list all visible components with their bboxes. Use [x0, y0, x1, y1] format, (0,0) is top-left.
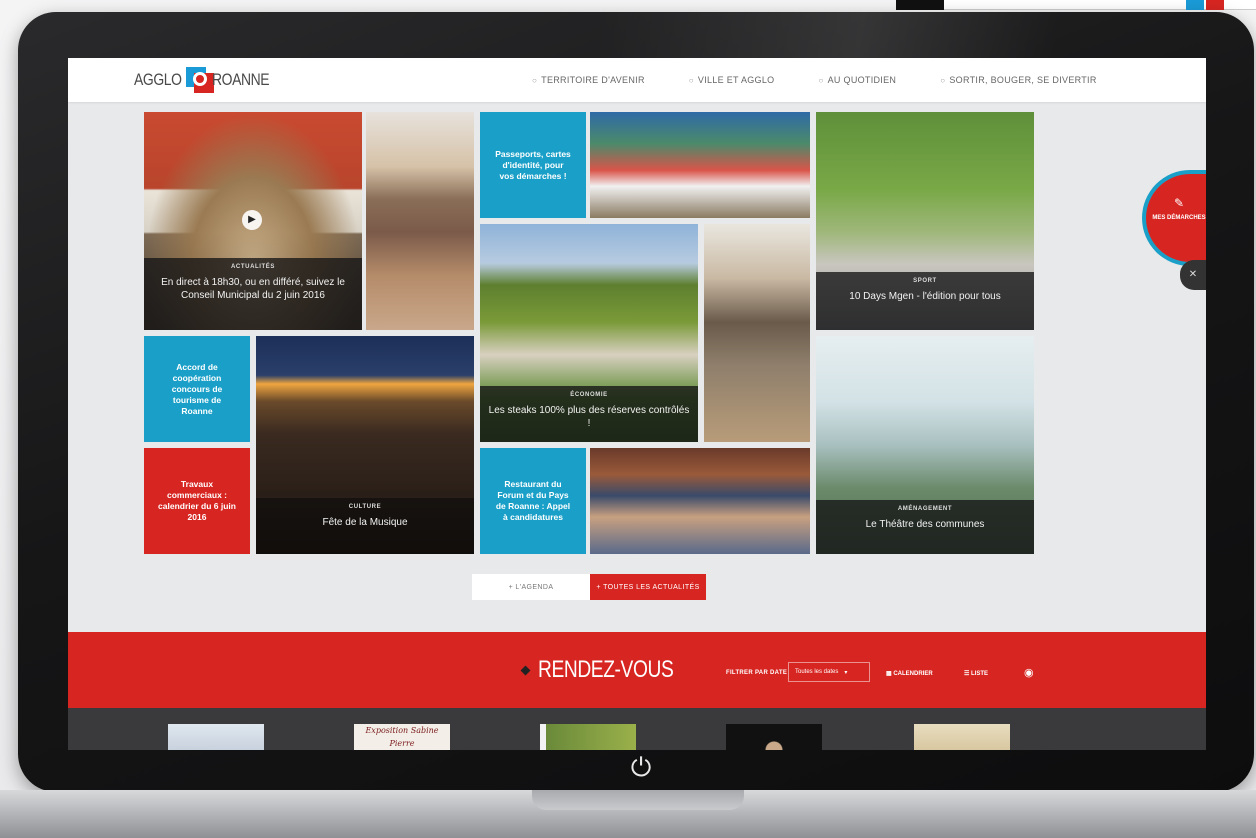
circle-icon: ○: [940, 75, 946, 85]
agenda-button[interactable]: + L'AGENDA: [472, 574, 590, 600]
rendezvous-title: RENDEZ-VOUS: [538, 656, 674, 683]
photo-tile-crowd[interactable]: [590, 448, 810, 554]
logo-text-right: ROANNE: [211, 70, 270, 89]
tile-text: Passeports, cartes d'identité, pour vos …: [495, 148, 571, 181]
tile-text: Travaux commerciaux : calendrier du 6 ju…: [158, 479, 236, 522]
nav-item-territoire[interactable]: ○ TERRITOIRE D'AVENIR: [532, 75, 645, 85]
signing-photo: [590, 112, 810, 218]
all-news-button[interactable]: + TOUTES LES ACTUALITÉS: [590, 574, 706, 600]
tile-caption: ACTUALITÉS En direct à 18h30, ou en diff…: [144, 258, 362, 330]
news-tile-sport[interactable]: SPORT 10 Days Mgen - l'édition pour tous: [816, 112, 1034, 330]
tile-text: Accord de coopération concours de touris…: [171, 361, 223, 416]
tile-title: En direct à 18h30, ou en différé, suivez…: [161, 277, 345, 301]
event-thumb[interactable]: [914, 724, 1010, 750]
pencil-icon: ✎: [1173, 196, 1185, 210]
close-icon[interactable]: ✕: [1180, 260, 1206, 290]
news-tile-music[interactable]: CULTURE Fête de la Musique: [256, 336, 474, 554]
photo-tile-group[interactable]: [366, 112, 474, 330]
tile-caption: SPORT 10 Days Mgen - l'édition pour tous: [816, 272, 1034, 330]
main-nav: ○ TERRITOIRE D'AVENIR ○ VILLE ET AGGLO ○ AU…: [532, 58, 1141, 102]
tile-category: ÉCONOMIE: [570, 392, 608, 398]
circle-icon: ○: [688, 75, 694, 85]
tile-title: Fête de la Musique: [322, 517, 408, 528]
news-tile-council[interactable]: ▶ ACTUALITÉS En direct à 18h30, ou en di…: [144, 112, 362, 330]
tile-text: Restaurant du Forum et du Pays de Roanne…: [495, 479, 571, 522]
filter-label: FILTRER PAR DATE: [726, 670, 788, 676]
power-icon[interactable]: ⏻: [626, 752, 656, 782]
tile-title: 10 Days Mgen - l'édition pour tous: [849, 291, 1001, 302]
mes-demarches-label: MES DÉMARCHES: [1152, 215, 1206, 221]
rendezvous-band: RENDEZ-VOUS FILTRER PAR DATE Toutes les …: [68, 632, 1206, 708]
calendar-link[interactable]: ▦ CALENDRIER: [886, 670, 933, 677]
circle-icon: ○: [818, 75, 824, 85]
site-header: AGGLO ROANNE ○ TERRITOIRE D'AVENIR ○ VILLE…: [68, 58, 1206, 102]
event-thumb-label: Exposition Sabine Pierre: [365, 726, 439, 748]
diamond-icon: [520, 665, 531, 676]
website-screen: AGGLO ROANNE ○ TERRITOIRE D'AVENIR ○ VILLE…: [68, 58, 1206, 750]
event-thumb[interactable]: [540, 724, 636, 750]
event-thumb[interactable]: [168, 724, 264, 750]
photo-tile-speaker[interactable]: [704, 224, 810, 442]
site-logo[interactable]: AGGLO ROANNE: [134, 66, 282, 94]
tile-category: ACTUALITÉS: [231, 264, 275, 270]
tile-title: Le Théâtre des communes: [865, 519, 985, 530]
info-tile-passports[interactable]: Passeports, cartes d'identité, pour vos …: [480, 112, 586, 218]
agglo-roanne-logo-icon: [185, 67, 214, 93]
top-edge-decoration: [896, 0, 1256, 10]
tile-caption: AMÉNAGEMENT Le Théâtre des communes: [816, 500, 1034, 554]
group-photo: [366, 112, 474, 330]
rss-icon[interactable]: ◉: [1024, 666, 1034, 679]
tile-category: SPORT: [913, 278, 937, 284]
nav-item-sortir[interactable]: ○ SORTIR, BOUGER, SE DIVERTIR: [940, 75, 1096, 85]
logo-text-left: AGGLO: [134, 70, 182, 89]
date-select[interactable]: Toutes les dates ▾: [788, 662, 870, 682]
tile-category: CULTURE: [348, 504, 382, 510]
info-tile-cooperation[interactable]: Accord de coopération concours de touris…: [144, 336, 250, 442]
tile-caption: CULTURE Fête de la Musique: [256, 498, 474, 554]
circle-icon: ○: [532, 75, 538, 85]
chevron-down-icon: ▾: [844, 669, 848, 676]
tile-title: Les steaks 100% plus des réserves contrô…: [488, 405, 690, 429]
speaker-photo: [704, 224, 810, 442]
crowd-photo: [590, 448, 810, 554]
laptop-notch: [532, 790, 744, 810]
nav-item-ville-agglo[interactable]: ○ VILLE ET AGGLO: [689, 75, 775, 85]
mes-demarches-button[interactable]: ✎ MES DÉMARCHES: [1142, 170, 1206, 266]
tile-caption: ÉCONOMIE Les steaks 100% plus des réserv…: [480, 386, 698, 442]
tile-category: AMÉNAGEMENT: [897, 506, 953, 512]
news-tile-meat[interactable]: ÉCONOMIE Les steaks 100% plus des réserv…: [480, 224, 698, 442]
info-tile-commerce[interactable]: Travaux commerciaux : calendrier du 6 ju…: [144, 448, 250, 554]
event-thumb[interactable]: [726, 724, 822, 750]
info-tile-restaurant[interactable]: Restaurant du Forum et du Pays de Roanne…: [480, 448, 586, 554]
nav-item-quotidien[interactable]: ○ AU QUOTIDIEN: [818, 75, 896, 85]
list-link[interactable]: ☰ LISTE: [964, 670, 988, 677]
play-icon[interactable]: ▶: [242, 210, 262, 230]
event-thumb[interactable]: Exposition Sabine Pierre: [354, 724, 450, 750]
list-icon: ☰: [964, 671, 972, 677]
news-tile-theatre[interactable]: AMÉNAGEMENT Le Théâtre des communes: [816, 336, 1034, 554]
photo-tile-signing[interactable]: [590, 112, 810, 218]
